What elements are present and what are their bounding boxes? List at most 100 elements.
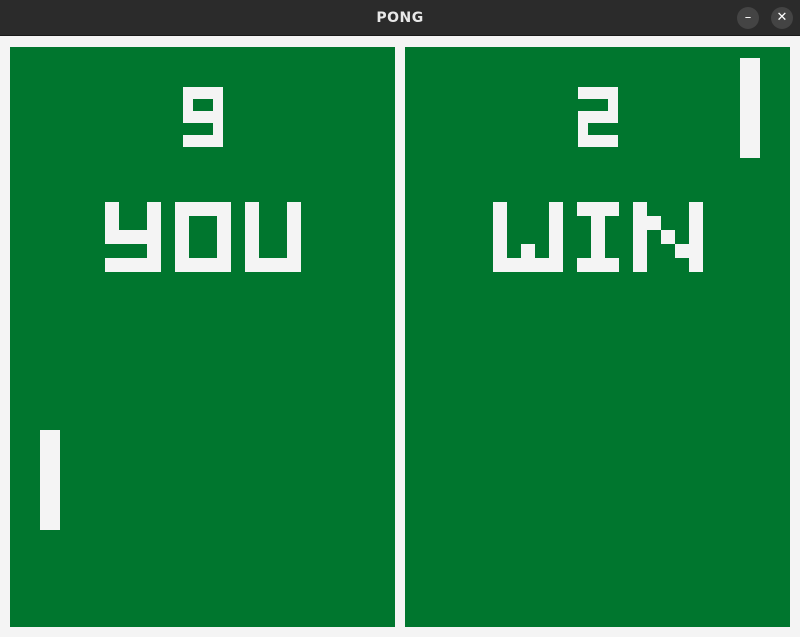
pixel-block bbox=[203, 135, 213, 147]
pixel-block bbox=[608, 135, 618, 147]
left-score: 9 bbox=[10, 77, 395, 157]
pixel-block bbox=[189, 202, 203, 216]
pixel-block bbox=[183, 135, 193, 147]
pixel-block bbox=[183, 99, 193, 111]
pixel-block bbox=[175, 244, 189, 258]
pixel-block bbox=[189, 258, 203, 272]
pixel-block bbox=[535, 258, 549, 272]
pixel-block bbox=[105, 230, 119, 244]
pixel-block bbox=[633, 244, 647, 258]
pixel-block bbox=[203, 111, 213, 123]
pixel-block bbox=[213, 123, 223, 135]
pixel-block bbox=[193, 135, 203, 147]
pixel-block bbox=[591, 258, 605, 272]
left-paddle bbox=[40, 430, 60, 530]
left-score-pixels bbox=[183, 87, 223, 147]
pixel-block bbox=[549, 258, 563, 272]
pixel-block bbox=[689, 230, 703, 244]
pixel-block bbox=[287, 244, 301, 258]
pixel-block bbox=[507, 258, 521, 272]
pixel-block bbox=[105, 216, 119, 230]
pixel-block bbox=[175, 202, 189, 216]
pixel-block bbox=[608, 99, 618, 111]
pixel-block bbox=[245, 202, 259, 216]
pixel-block bbox=[287, 202, 301, 216]
pixel-block bbox=[549, 216, 563, 230]
pixel-block bbox=[588, 111, 598, 123]
pixel-block bbox=[578, 135, 588, 147]
pixel-block bbox=[213, 87, 223, 99]
pixel-block bbox=[605, 202, 619, 216]
pixel-block bbox=[213, 111, 223, 123]
minimize-icon: – bbox=[744, 10, 752, 25]
pixel-block bbox=[147, 258, 161, 272]
pixel-block bbox=[183, 111, 193, 123]
pixel-block bbox=[647, 216, 661, 230]
right-score: 2 bbox=[405, 77, 790, 157]
pixel-block bbox=[217, 216, 231, 230]
pixel-block bbox=[245, 216, 259, 230]
pixel-block bbox=[608, 87, 618, 99]
right-score-pixels bbox=[578, 87, 618, 147]
pixel-block bbox=[203, 202, 217, 216]
pixel-block bbox=[287, 216, 301, 230]
pixel-block bbox=[133, 230, 147, 244]
window-titlebar[interactable]: PONG – ✕ bbox=[0, 0, 800, 36]
pixel-block bbox=[147, 244, 161, 258]
pixel-block bbox=[598, 111, 608, 123]
pixel-block bbox=[549, 230, 563, 244]
right-paddle bbox=[740, 58, 760, 158]
minimize-button[interactable]: – bbox=[737, 7, 759, 29]
close-button[interactable]: ✕ bbox=[771, 7, 793, 29]
pixel-block bbox=[175, 258, 189, 272]
pixel-block bbox=[493, 202, 507, 216]
pixel-block bbox=[578, 123, 588, 135]
pixel-block bbox=[578, 111, 588, 123]
pixel-block bbox=[689, 216, 703, 230]
pixel-block bbox=[633, 258, 647, 272]
pixel-block bbox=[493, 244, 507, 258]
pixel-block bbox=[217, 202, 231, 216]
pixel-block bbox=[217, 258, 231, 272]
pixel-block bbox=[598, 135, 608, 147]
pixel-block bbox=[193, 87, 203, 99]
close-icon: ✕ bbox=[776, 10, 788, 25]
pixel-block bbox=[245, 258, 259, 272]
window-title: PONG bbox=[376, 10, 424, 26]
pixel-block bbox=[605, 258, 619, 272]
pixel-block bbox=[245, 230, 259, 244]
pixel-block bbox=[675, 244, 689, 258]
pixel-block bbox=[287, 258, 301, 272]
pixel-block bbox=[591, 230, 605, 244]
pixel-block bbox=[521, 244, 535, 258]
pixel-block bbox=[147, 216, 161, 230]
left-court: 9 YOU bbox=[10, 47, 395, 627]
pixel-block bbox=[493, 230, 507, 244]
pixel-block bbox=[578, 87, 588, 99]
right-message-pixels bbox=[493, 202, 703, 272]
pixel-block bbox=[577, 258, 591, 272]
pixel-block bbox=[633, 230, 647, 244]
pixel-block bbox=[217, 230, 231, 244]
pixel-block bbox=[591, 216, 605, 230]
left-message: YOU bbox=[10, 197, 395, 277]
pixel-block bbox=[633, 216, 647, 230]
right-message: WIN bbox=[405, 197, 790, 277]
pixel-block bbox=[203, 258, 217, 272]
pixel-block bbox=[105, 258, 119, 272]
pixel-block bbox=[213, 135, 223, 147]
pixel-block bbox=[549, 244, 563, 258]
pixel-block bbox=[105, 202, 119, 216]
pixel-block bbox=[591, 202, 605, 216]
pixel-block bbox=[133, 258, 147, 272]
pixel-block bbox=[217, 244, 231, 258]
pixel-block bbox=[193, 111, 203, 123]
pixel-block bbox=[203, 87, 213, 99]
pixel-block bbox=[175, 230, 189, 244]
pixel-block bbox=[588, 87, 598, 99]
pixel-block bbox=[119, 230, 133, 244]
pixel-block bbox=[689, 202, 703, 216]
pixel-block bbox=[287, 230, 301, 244]
pixel-block bbox=[588, 135, 598, 147]
pixel-block bbox=[183, 87, 193, 99]
